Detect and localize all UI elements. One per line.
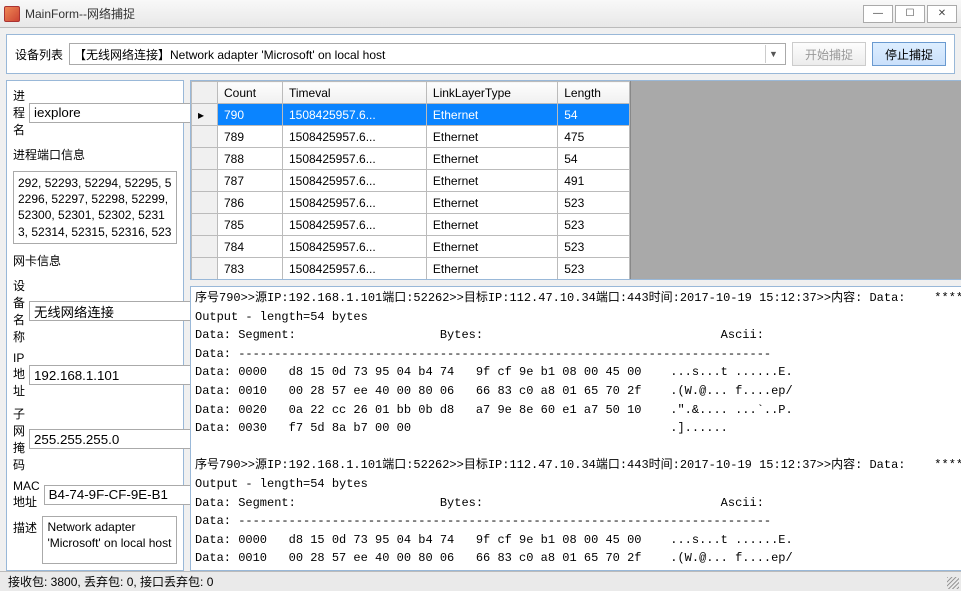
device-combo[interactable]: 【无线网络连接】Network adapter 'Microsoft' on l… [69, 43, 786, 65]
cell-link: Ethernet [426, 236, 557, 258]
table-row[interactable]: 7851508425957.6...Ethernet523 [192, 214, 630, 236]
device-name-input[interactable] [29, 301, 216, 321]
cell-count: 783 [218, 258, 283, 280]
cell-count: 786 [218, 192, 283, 214]
close-button[interactable]: ✕ [927, 5, 957, 23]
row-indicator [192, 258, 218, 280]
table-row[interactable]: 7861508425957.6...Ethernet523 [192, 192, 630, 214]
stop-capture-button[interactable]: 停止捕捉 [872, 42, 946, 66]
cell-length: 491 [558, 170, 630, 192]
cell-count: 784 [218, 236, 283, 258]
cell-timeval: 1508425957.6... [282, 170, 426, 192]
row-indicator [192, 214, 218, 236]
chevron-down-icon: ▼ [765, 45, 781, 63]
col-count[interactable]: Count [218, 82, 283, 104]
cell-link: Ethernet [426, 214, 557, 236]
cell-link: Ethernet [426, 192, 557, 214]
desc-box: Network adapter 'Microsoft' on local hos… [42, 516, 177, 564]
cell-link: Ethernet [426, 126, 557, 148]
cell-count: 785 [218, 214, 283, 236]
table-row[interactable]: ▸7901508425957.6...Ethernet54 [192, 104, 630, 126]
cell-length: 523 [558, 214, 630, 236]
app-icon [4, 6, 20, 22]
packet-grid-wrapper: Count Timeval LinkLayerType Length ▸7901… [190, 80, 961, 280]
mac-label: MAC地址 [13, 479, 40, 510]
cell-timeval: 1508425957.6... [282, 236, 426, 258]
cell-timeval: 1508425957.6... [282, 126, 426, 148]
ip-label: IP地址 [13, 351, 25, 399]
row-indicator [192, 170, 218, 192]
col-timeval[interactable]: Timeval [282, 82, 426, 104]
mask-input[interactable] [29, 429, 216, 449]
cell-timeval: 1508425957.6... [282, 214, 426, 236]
mask-label: 子网掩码 [13, 405, 25, 473]
start-capture-button: 开始捕捉 [792, 42, 866, 66]
maximize-button[interactable]: ☐ [895, 5, 925, 23]
table-row[interactable]: 7831508425957.6...Ethernet523 [192, 258, 630, 280]
status-text: 接收包: 3800, 丢弃包: 0, 接口丢弃包: 0 [8, 573, 213, 590]
col-linklayer[interactable]: LinkLayerType [426, 82, 557, 104]
cell-length: 475 [558, 126, 630, 148]
window-controls: — ☐ ✕ [863, 5, 957, 23]
status-bar: 接收包: 3800, 丢弃包: 0, 接口丢弃包: 0 [0, 571, 961, 591]
cell-length: 54 [558, 148, 630, 170]
cell-link: Ethernet [426, 258, 557, 280]
row-indicator [192, 126, 218, 148]
left-pane: 进程名 进程端口信息 292, 52293, 52294, 52295, 522… [6, 80, 184, 571]
cell-count: 789 [218, 126, 283, 148]
cell-length: 523 [558, 236, 630, 258]
process-name-label: 进程名 [13, 87, 25, 138]
device-list-label: 设备列表 [15, 46, 63, 63]
row-indicator: ▸ [192, 104, 218, 126]
cell-link: Ethernet [426, 148, 557, 170]
process-port-list[interactable]: 292, 52293, 52294, 52295, 52296, 52297, … [13, 171, 177, 244]
cell-link: Ethernet [426, 104, 557, 126]
row-indicator [192, 236, 218, 258]
table-row[interactable]: 7841508425957.6...Ethernet523 [192, 236, 630, 258]
nic-info-label: 网卡信息 [13, 252, 177, 269]
cell-length: 523 [558, 258, 630, 280]
minimize-button[interactable]: — [863, 5, 893, 23]
col-length[interactable]: Length [558, 82, 630, 104]
cell-timeval: 1508425957.6... [282, 148, 426, 170]
process-name-input[interactable] [29, 103, 216, 123]
device-name-label: 设备名称 [13, 277, 25, 345]
ip-input[interactable] [29, 365, 216, 385]
table-row[interactable]: 7891508425957.6...Ethernet475 [192, 126, 630, 148]
cell-count: 787 [218, 170, 283, 192]
toolbar: 设备列表 【无线网络连接】Network adapter 'Microsoft'… [6, 34, 955, 74]
row-indicator [192, 148, 218, 170]
packet-grid[interactable]: Count Timeval LinkLayerType Length ▸7901… [191, 81, 630, 279]
table-row[interactable]: 7881508425957.6...Ethernet54 [192, 148, 630, 170]
resize-grip-icon[interactable] [947, 577, 959, 589]
cell-timeval: 1508425957.6... [282, 104, 426, 126]
cell-timeval: 1508425957.6... [282, 258, 426, 280]
process-port-label: 进程端口信息 [13, 146, 177, 163]
window-title: MainForm--网络捕捉 [25, 5, 863, 22]
cell-length: 523 [558, 192, 630, 214]
content-area: 进程名 进程端口信息 292, 52293, 52294, 52295, 522… [0, 80, 961, 571]
desc-label: 描述 [13, 516, 38, 536]
cell-link: Ethernet [426, 170, 557, 192]
cell-length: 54 [558, 104, 630, 126]
cell-count: 790 [218, 104, 283, 126]
cell-timeval: 1508425957.6... [282, 192, 426, 214]
row-indicator [192, 192, 218, 214]
titlebar: MainForm--网络捕捉 — ☐ ✕ [0, 0, 961, 28]
device-combo-value: 【无线网络连接】Network adapter 'Microsoft' on l… [74, 46, 765, 63]
packet-details[interactable]: 序号790>>源IP:192.168.1.101端口:52262>>目标IP:1… [190, 286, 961, 571]
right-pane: Count Timeval LinkLayerType Length ▸7901… [190, 80, 961, 571]
row-header-blank [192, 82, 218, 104]
cell-count: 788 [218, 148, 283, 170]
table-row[interactable]: 7871508425957.6...Ethernet491 [192, 170, 630, 192]
